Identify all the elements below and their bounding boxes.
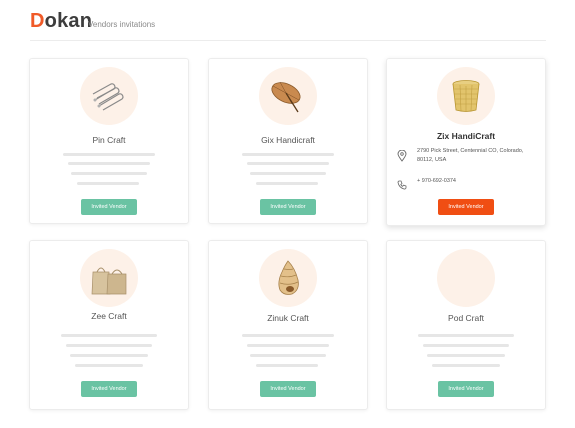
vendor-card-selected: Zix HandiCraft 2790 Pick Street, Centenn… xyxy=(386,58,546,226)
page-subtitle: Vendors invitations xyxy=(88,20,156,29)
placeholder-line xyxy=(432,364,500,367)
vendor-name: Zinuk Craft xyxy=(267,313,309,323)
bags-icon xyxy=(91,267,127,295)
header-divider xyxy=(30,40,546,41)
seashell-icon xyxy=(278,260,299,295)
vendor-avatar xyxy=(80,249,138,307)
invited-vendor-button[interactable]: Invited Vendor xyxy=(438,381,494,397)
vendor-avatar xyxy=(437,249,495,307)
placeholder-line xyxy=(247,162,329,165)
placeholder-line xyxy=(427,354,505,357)
safety-pins-icon xyxy=(92,83,124,111)
invited-vendor-button[interactable]: Invited Vendor xyxy=(81,199,137,215)
vendor-name: Gix Handicraft xyxy=(261,135,315,145)
vendor-phone: + 970-692-0374 xyxy=(417,178,456,184)
location-pin-icon xyxy=(397,149,407,167)
vendor-card: Gix Handicraft Invited Vendor xyxy=(208,58,368,224)
vendor-avatar xyxy=(259,249,317,307)
vendor-avatar xyxy=(259,67,317,125)
vendor-card: Pod Craft Invited Vendor xyxy=(386,240,546,410)
vendor-card: Zee Craft Invited Vendor xyxy=(29,240,189,410)
vendor-card: Zinuk Craft Invited Vendor xyxy=(208,240,368,410)
umbrella-icon xyxy=(271,81,301,113)
invited-vendor-button[interactable]: Invited Vendor xyxy=(81,381,137,397)
basket-icon xyxy=(452,80,480,112)
placeholder-line xyxy=(75,364,143,367)
placeholder-line xyxy=(70,354,148,357)
placeholder-line xyxy=(68,162,150,165)
invited-vendor-button[interactable]: Invited Vendor xyxy=(260,199,316,215)
vendor-name: Zee Craft xyxy=(91,311,127,321)
dokan-logo[interactable]: Dokan xyxy=(30,10,92,33)
vendor-name: Zix HandiCraft xyxy=(436,131,496,141)
placeholder-line xyxy=(250,354,326,357)
placeholder-line xyxy=(423,344,509,347)
invited-vendor-button[interactable]: Invited Vendor xyxy=(438,199,494,215)
placeholder-line xyxy=(61,334,157,337)
phone-icon xyxy=(397,177,407,195)
placeholder-line xyxy=(250,172,326,175)
placeholder-line xyxy=(71,172,147,175)
placeholder-line xyxy=(66,344,152,347)
placeholder-line xyxy=(63,153,155,156)
placeholder-line xyxy=(247,344,329,347)
vendor-name: Pin Craft xyxy=(92,135,126,145)
placeholder-line xyxy=(418,334,514,337)
placeholder-line xyxy=(256,182,318,185)
invited-vendor-button[interactable]: Invited Vendor xyxy=(260,381,316,397)
header: Dokan Vendors invitations xyxy=(30,10,550,38)
placeholder-line xyxy=(242,334,334,337)
vendor-address: 2790 Pick Street, Centennial CO, Colorad… xyxy=(417,148,524,163)
placeholder-line xyxy=(77,182,139,185)
placeholder-line xyxy=(242,153,334,156)
vendor-avatar xyxy=(80,67,138,125)
vendor-card: Pin Craft Invited Vendor xyxy=(29,58,189,224)
vendor-avatar xyxy=(437,67,495,125)
vendor-name: Pod Craft xyxy=(448,313,484,323)
placeholder-line xyxy=(256,364,318,367)
